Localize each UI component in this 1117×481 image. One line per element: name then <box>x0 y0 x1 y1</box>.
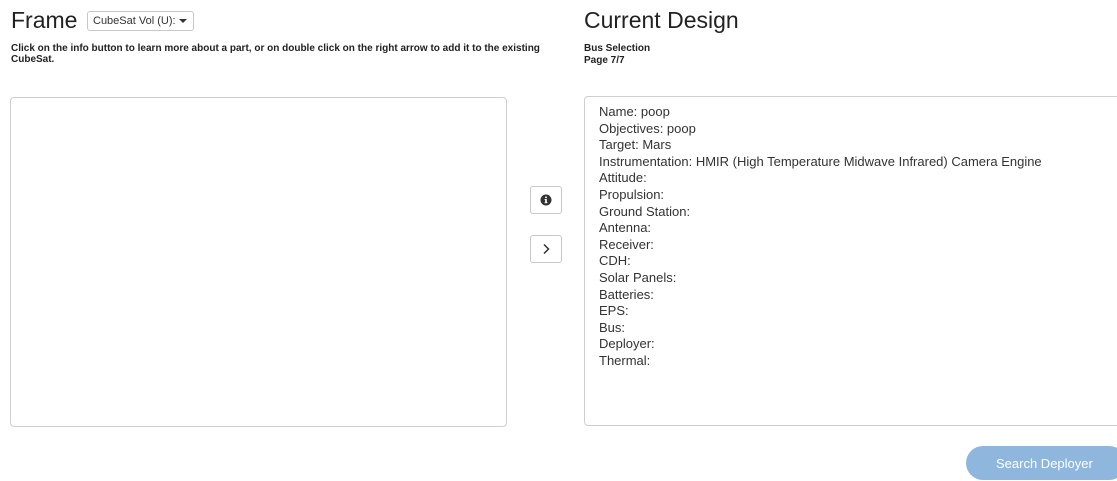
current-design-summary: Name: poop Objectives: poop Target: Mars… <box>584 96 1117 426</box>
info-button[interactable] <box>530 186 562 214</box>
instructions-text: Click on the info button to learn more a… <box>11 43 540 65</box>
design-line-objectives: Objectives: poop <box>599 120 696 136</box>
design-line-instrumentation: Instrumentation: HMIR (High Temperature … <box>599 153 1042 169</box>
caret-down-icon <box>178 19 187 24</box>
design-line-target: Target: Mars <box>599 137 672 153</box>
frame-title: Frame <box>11 7 78 33</box>
info-circle-icon <box>540 194 552 206</box>
design-line-receiver: Receiver: <box>599 236 654 252</box>
add-part-button[interactable] <box>530 235 562 263</box>
design-line-deployer: Deployer: <box>599 336 655 352</box>
parts-list[interactable] <box>10 97 507 427</box>
design-line-solar-panels: Solar Panels: <box>599 269 677 285</box>
design-line-cdh: CDH: <box>599 253 631 269</box>
design-line-bus: Bus: <box>599 319 626 335</box>
design-line-attitude: Attitude: <box>599 170 647 186</box>
design-line-antenna: Antenna: <box>599 220 652 236</box>
design-line-batteries: Batteries: <box>599 286 654 302</box>
design-line-propulsion: Propulsion: <box>599 186 665 202</box>
design-line-name: Name: poop <box>599 104 670 119</box>
search-deployer-button[interactable]: Search Deployer <box>966 446 1117 480</box>
current-design-title: Current Design <box>584 7 739 33</box>
design-line-eps: EPS: <box>599 303 629 319</box>
chevron-right-icon <box>543 243 550 255</box>
page-indicator: Page 7/7 <box>584 55 625 66</box>
cubesat-volume-dropdown[interactable]: CubeSat Vol (U): <box>87 11 194 31</box>
design-line-ground-station: Ground Station: <box>599 203 691 219</box>
design-line-thermal: Thermal: <box>599 352 651 368</box>
section-label: Bus Selection <box>584 43 651 54</box>
dropdown-selected-value: CubeSat Vol (U): <box>93 15 176 27</box>
